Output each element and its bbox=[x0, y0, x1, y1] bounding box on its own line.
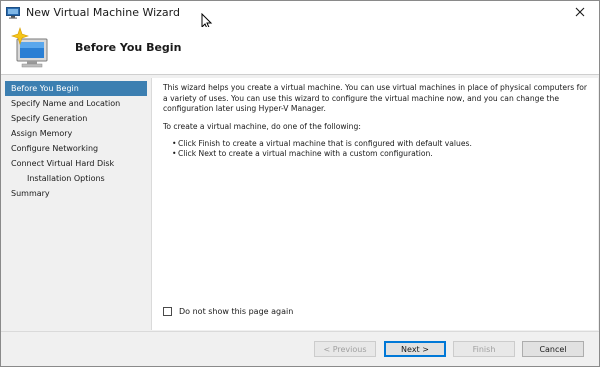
step-specify-generation[interactable]: Specify Generation bbox=[5, 111, 147, 126]
instruction-text: To create a virtual machine, do one of t… bbox=[163, 122, 361, 131]
step-summary[interactable]: Summary bbox=[5, 186, 147, 201]
do-not-show-again-option[interactable]: Do not show this page again bbox=[163, 305, 293, 317]
title-bar[interactable]: New Virtual Machine Wizard bbox=[1, 1, 599, 27]
list-item: • Click Next to create a virtual machine … bbox=[172, 149, 472, 159]
close-icon bbox=[575, 7, 585, 17]
option-list: • Click Finish to create a virtual machin… bbox=[172, 139, 472, 159]
wizard-header: Before You Begin bbox=[1, 27, 599, 75]
wizard-window: New Virtual Machine Wizard Before You Be… bbox=[0, 0, 600, 367]
bullet-text-finish: Click Finish to create a virtual machine… bbox=[178, 139, 472, 148]
window-title: New Virtual Machine Wizard bbox=[26, 6, 180, 19]
step-configure-networking[interactable]: Configure Networking bbox=[5, 141, 147, 156]
do-not-show-again-label[interactable]: Do not show this page again bbox=[179, 307, 293, 316]
close-button[interactable] bbox=[571, 3, 589, 21]
list-item: • Click Finish to create a virtual machin… bbox=[172, 139, 472, 149]
step-installation-options[interactable]: Installation Options bbox=[5, 171, 147, 186]
intro-text: This wizard helps you create a virtual m… bbox=[163, 83, 588, 113]
step-before-you-begin[interactable]: Before You Begin bbox=[5, 81, 147, 96]
new-vm-wizard-icon bbox=[11, 27, 48, 68]
do-not-show-again-checkbox[interactable] bbox=[163, 306, 172, 316]
next-button[interactable]: Next > bbox=[384, 341, 446, 357]
previous-button[interactable]: < Previous bbox=[314, 341, 376, 357]
wizard-step-list: Before You Begin Specify Name and Locati… bbox=[5, 81, 147, 281]
step-connect-virtual-hard-disk[interactable]: Connect Virtual Hard Disk bbox=[5, 156, 147, 171]
step-assign-memory[interactable]: Assign Memory bbox=[5, 126, 147, 141]
bullet-text-next: Click Next to create a virtual machine w… bbox=[178, 149, 433, 158]
step-specify-name-and-location[interactable]: Specify Name and Location bbox=[5, 96, 147, 111]
cancel-button[interactable]: Cancel bbox=[522, 341, 584, 357]
page-title: Before You Begin bbox=[75, 41, 182, 54]
content-pane: This wizard helps you create a virtual m… bbox=[151, 78, 598, 330]
button-bar: < Previous Next > Finish Cancel bbox=[1, 331, 599, 366]
hyperv-app-icon bbox=[6, 7, 20, 19]
finish-button[interactable]: Finish bbox=[453, 341, 515, 357]
